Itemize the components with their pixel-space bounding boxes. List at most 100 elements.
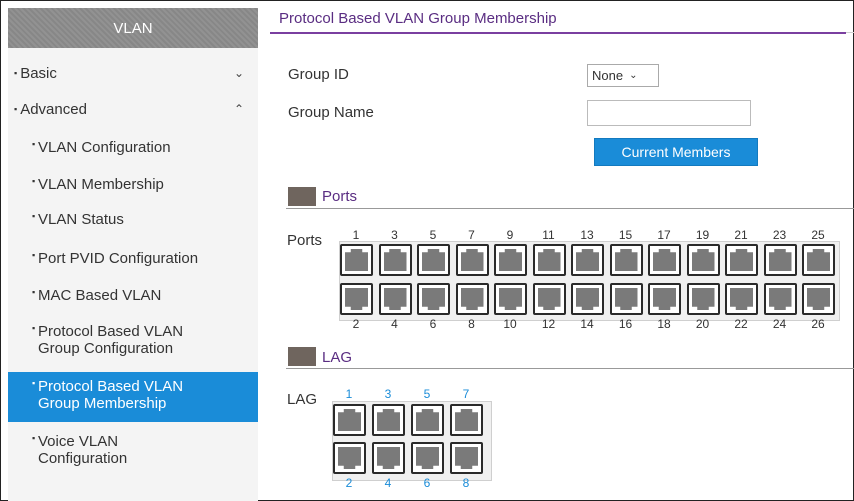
group-id-label: Group ID bbox=[288, 66, 349, 83]
port-number-label: 4 bbox=[391, 317, 398, 331]
sidebar-item-vlan-configuration[interactable]: ▪ VLAN Configuration bbox=[8, 131, 258, 165]
lag-section-icon bbox=[288, 347, 316, 366]
bullet-icon: ▪ bbox=[32, 323, 36, 333]
port-icon[interactable] bbox=[571, 244, 604, 276]
port-icon[interactable] bbox=[417, 283, 450, 315]
port-icon[interactable] bbox=[686, 283, 720, 315]
port-icon[interactable] bbox=[411, 404, 444, 436]
sidebar-item-label: MAC Based VLAN bbox=[38, 287, 162, 304]
port-number-label: 19 bbox=[695, 228, 710, 242]
port-icon[interactable] bbox=[372, 442, 405, 474]
sidebar-item-label: Port PVID Configuration bbox=[38, 250, 199, 267]
ports-section-icon bbox=[288, 187, 316, 206]
port-number-label: 15 bbox=[618, 228, 633, 242]
sidebar-item-label: VLAN Configuration bbox=[38, 139, 171, 156]
port-icon[interactable] bbox=[532, 283, 566, 315]
port-icon[interactable] bbox=[417, 244, 450, 276]
port-icon[interactable] bbox=[340, 244, 373, 276]
title-underline bbox=[270, 32, 846, 34]
sidebar-item-mac-based-vlan[interactable]: ▪ MAC Based VLAN bbox=[8, 279, 258, 313]
port-icon[interactable] bbox=[725, 244, 758, 276]
port-number-label: 24 bbox=[772, 317, 787, 331]
port-number-label: 6 bbox=[429, 317, 437, 331]
port-icon[interactable] bbox=[571, 283, 604, 315]
port-icon[interactable] bbox=[378, 283, 412, 315]
sidebar-item-vlan-membership[interactable]: ▪ VLAN Membership bbox=[8, 168, 258, 202]
port-icon[interactable] bbox=[450, 442, 483, 474]
port-number-label: 21 bbox=[734, 228, 748, 242]
sidebar-group-advanced[interactable]: ▪ Advanced ⌃ bbox=[8, 94, 258, 124]
port-icon[interactable] bbox=[725, 283, 758, 315]
port-icon[interactable] bbox=[763, 244, 797, 276]
sidebar-item-label-line2: Group Configuration bbox=[38, 340, 174, 357]
port-icon[interactable] bbox=[455, 283, 489, 315]
port-number-label: 5 bbox=[429, 228, 437, 242]
sidebar-item-label: VLAN Status bbox=[38, 211, 124, 228]
port-icon[interactable] bbox=[609, 283, 643, 315]
group-id-select[interactable]: None ⌄ bbox=[587, 64, 659, 87]
bullet-icon: ▪ bbox=[14, 104, 18, 114]
bullet-icon: ▪ bbox=[32, 176, 36, 186]
port-icon[interactable] bbox=[648, 283, 681, 315]
divider bbox=[286, 368, 854, 369]
port-number-label: 2 bbox=[352, 317, 360, 331]
port-icon[interactable] bbox=[411, 442, 444, 474]
port-icon[interactable] bbox=[494, 244, 527, 276]
port-number-label: 4 bbox=[384, 476, 392, 490]
port-number-label: 12 bbox=[541, 317, 556, 331]
sidebar-header[interactable]: VLAN bbox=[8, 8, 258, 48]
sidebar-item-vlan-status[interactable]: ▪ VLAN Status bbox=[8, 203, 258, 237]
sidebar-header-label: VLAN bbox=[113, 19, 153, 37]
port-icon[interactable] bbox=[686, 244, 720, 276]
port-number-label: 10 bbox=[503, 317, 517, 331]
port-icon[interactable] bbox=[802, 283, 835, 315]
port-number-label: 14 bbox=[580, 317, 594, 331]
sidebar-group-basic[interactable]: ▪ Basic ⌄ bbox=[8, 58, 258, 88]
port-icon[interactable] bbox=[333, 442, 366, 474]
port-number-label: 16 bbox=[618, 317, 633, 331]
lag-row-label: LAG bbox=[287, 391, 318, 408]
port-icon[interactable] bbox=[648, 244, 681, 276]
port-number-label: 26 bbox=[811, 317, 825, 331]
port-number-label: 22 bbox=[734, 317, 748, 331]
sidebar-item-protocol-vlan-group-membership[interactable]: ▪ Protocol Based VLAN Group Membership bbox=[8, 372, 258, 422]
port-icon[interactable] bbox=[763, 283, 797, 315]
bullet-icon: ▪ bbox=[32, 250, 36, 260]
lag-section-title: LAG bbox=[322, 349, 353, 366]
sidebar-item-label: VLAN Membership bbox=[38, 176, 164, 193]
sidebar-item-label: Voice VLAN bbox=[38, 433, 119, 450]
ports-section-title: Ports bbox=[322, 188, 358, 205]
bullet-icon: ▪ bbox=[14, 68, 18, 78]
port-icon[interactable] bbox=[455, 244, 489, 276]
port-number-label: 9 bbox=[506, 228, 514, 242]
port-number-label: 6 bbox=[423, 476, 431, 490]
port-icon[interactable] bbox=[532, 244, 566, 276]
port-number-label: 8 bbox=[462, 476, 470, 490]
port-icon[interactable] bbox=[609, 244, 643, 276]
sidebar-item-port-pvid-configuration[interactable]: ▪ Port PVID Configuration bbox=[8, 242, 258, 276]
port-number-label: 11 bbox=[542, 228, 555, 242]
port-icon[interactable] bbox=[450, 404, 483, 436]
bullet-icon: ▪ bbox=[32, 433, 36, 443]
port-number-label: 23 bbox=[772, 228, 787, 242]
port-icon[interactable] bbox=[333, 404, 366, 436]
group-name-input[interactable] bbox=[587, 100, 751, 126]
port-icon[interactable] bbox=[340, 283, 373, 315]
port-number-label: 5 bbox=[423, 387, 431, 401]
sidebar-item-voice-vlan-configuration[interactable]: ▪ Voice VLAN Configuration bbox=[8, 428, 258, 476]
port-number-label: 7 bbox=[468, 228, 475, 242]
page-title: Protocol Based VLAN Group Membership bbox=[279, 10, 557, 27]
bullet-icon: ▪ bbox=[32, 211, 36, 221]
port-icon[interactable] bbox=[378, 244, 412, 276]
bullet-icon: ▪ bbox=[32, 287, 36, 297]
port-number-label: 1 bbox=[352, 228, 360, 242]
sidebar-group-label: Advanced bbox=[20, 100, 87, 118]
port-number-label: 8 bbox=[468, 317, 475, 331]
port-icon[interactable] bbox=[494, 283, 527, 315]
port-icon[interactable] bbox=[802, 244, 835, 276]
sidebar-item-protocol-vlan-group-configuration[interactable]: ▪ Protocol Based VLAN Group Configuratio… bbox=[8, 318, 258, 366]
port-number-label: 1 bbox=[345, 387, 353, 401]
current-members-button[interactable]: Current Members bbox=[594, 138, 758, 166]
port-icon[interactable] bbox=[372, 404, 405, 436]
port-number-label: 20 bbox=[695, 317, 710, 331]
